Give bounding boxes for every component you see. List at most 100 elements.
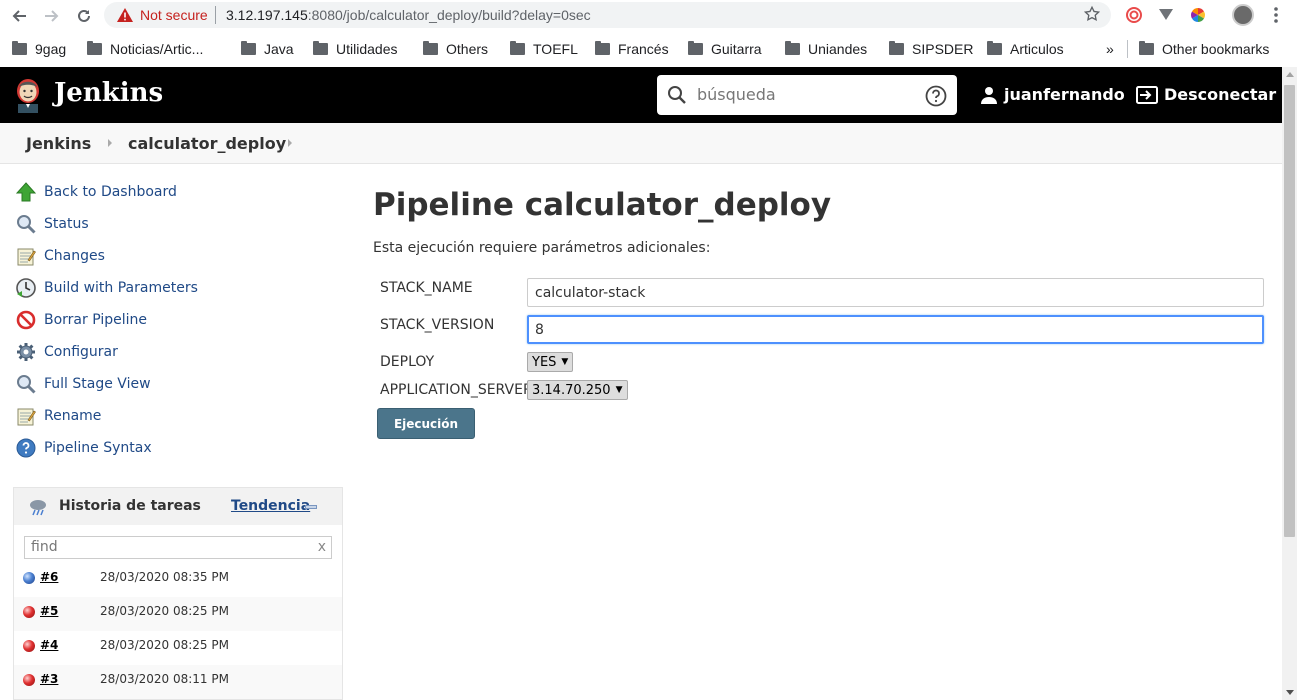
- bookmark-folder[interactable]: Java: [241, 38, 294, 60]
- url-text[interactable]: 3.12.197.145:8080/job/calculator_deploy/…: [226, 7, 591, 23]
- collapse-icon[interactable]: [305, 505, 317, 509]
- task-label: Back to Dashboard: [44, 184, 177, 200]
- status-ball-blue-icon[interactable]: [23, 572, 35, 584]
- extension-spiral-icon[interactable]: [1125, 6, 1143, 24]
- stack-version-input[interactable]: [527, 315, 1264, 344]
- task-full-stage-view[interactable]: Full Stage View: [15, 372, 151, 396]
- bookmark-folder[interactable]: Francés: [595, 38, 669, 60]
- gear-icon: [15, 341, 37, 363]
- clock-icon: [15, 277, 37, 299]
- app-title[interactable]: Jenkins: [54, 78, 163, 108]
- user-name: juanfernando: [1004, 85, 1125, 104]
- bookmark-folder[interactable]: SIPSDER: [889, 38, 973, 60]
- task-changes[interactable]: Changes: [15, 244, 105, 268]
- application-server-selected-value: 3.14.70.250: [532, 382, 611, 398]
- bookmark-star-icon[interactable]: [1083, 5, 1101, 27]
- breadcrumb-item-jenkins[interactable]: Jenkins: [26, 134, 91, 153]
- scroll-down-icon[interactable]: [1286, 690, 1294, 695]
- search-icon: [667, 85, 687, 109]
- task-pipeline-syntax[interactable]: Pipeline Syntax: [15, 436, 152, 460]
- build-submit-button[interactable]: Ejecución: [377, 408, 475, 439]
- trend-link[interactable]: Tendencia: [231, 498, 310, 514]
- param-label-stack-version: STACK_VERSION: [380, 317, 495, 333]
- back-button[interactable]: [7, 4, 31, 28]
- page-title: Pipeline calculator_deploy: [373, 187, 832, 223]
- back-arrow-icon: [12, 10, 26, 22]
- folder-icon: [12, 41, 27, 55]
- application-server-select[interactable]: 3.14.70.250 ▼: [527, 380, 628, 400]
- other-bookmarks[interactable]: Other bookmarks: [1139, 38, 1269, 60]
- build-number-link[interactable]: #6: [40, 570, 58, 584]
- status-ball-red-icon[interactable]: [23, 674, 35, 686]
- build-filter-input[interactable]: [31, 539, 311, 555]
- jenkins-header: Jenkins juanfernando Desconectar: [0, 67, 1282, 123]
- magnifier-icon: [15, 213, 37, 235]
- profile-avatar[interactable]: [1232, 4, 1254, 26]
- stack-name-input[interactable]: [527, 278, 1264, 307]
- page-scrollbar[interactable]: [1282, 67, 1297, 700]
- build-number-link[interactable]: #4: [40, 638, 58, 652]
- scrollbar-thumb[interactable]: [1284, 85, 1295, 537]
- user-link[interactable]: juanfernando: [980, 85, 1125, 104]
- bookmarks-bar: 9gag Noticias/Artic... Java Utilidades O…: [0, 35, 1297, 63]
- task-back-to-dashboard[interactable]: Back to Dashboard: [15, 180, 177, 204]
- task-build-with-parameters[interactable]: Build with Parameters: [15, 276, 198, 300]
- build-number-link[interactable]: #3: [40, 672, 58, 686]
- folder-icon: [423, 41, 438, 55]
- task-label: Changes: [44, 248, 105, 264]
- search-box: [657, 75, 957, 115]
- build-filter-box: x: [24, 536, 332, 559]
- logout-link[interactable]: Desconectar: [1136, 85, 1276, 104]
- forward-button[interactable]: [40, 4, 64, 28]
- build-date[interactable]: 28/03/2020 08:25 PM: [100, 604, 229, 618]
- build-date[interactable]: 28/03/2020 08:11 PM: [100, 672, 229, 686]
- task-configure[interactable]: Configurar: [15, 340, 118, 364]
- address-bar[interactable]: Not secure 3.12.197.145:8080/job/calcula…: [104, 2, 1111, 28]
- deploy-selected-value: YES: [532, 354, 557, 370]
- task-label: Status: [44, 216, 89, 232]
- bookmark-folder[interactable]: Articulos: [987, 38, 1064, 60]
- status-ball-red-icon[interactable]: [23, 606, 35, 618]
- folder-icon: [87, 41, 102, 55]
- bookmark-folder[interactable]: TOEFL: [510, 38, 578, 60]
- build-date[interactable]: 28/03/2020 08:25 PM: [100, 638, 229, 652]
- jenkins-logo-icon[interactable]: [13, 77, 43, 113]
- menu-dots-icon[interactable]: [1268, 6, 1286, 24]
- breadcrumb-chevron-icon[interactable]: [288, 139, 292, 147]
- bookmark-folder[interactable]: 9gag: [12, 38, 66, 60]
- folder-icon: [785, 41, 800, 55]
- folder-icon: [313, 41, 328, 55]
- bookmark-folder[interactable]: Utilidades: [313, 38, 397, 60]
- bookmark-folder[interactable]: Guitarra: [688, 38, 762, 60]
- bookmark-folder[interactable]: Noticias/Artic...: [87, 38, 203, 60]
- build-history-panel: Historia de tareas Tendencia x #6 28/03/…: [13, 487, 343, 700]
- clear-filter-button[interactable]: x: [318, 539, 326, 555]
- bookmark-folder[interactable]: Others: [423, 38, 488, 60]
- status-ball-red-icon[interactable]: [23, 640, 35, 652]
- bookmarks-overflow-button[interactable]: »: [1106, 38, 1114, 60]
- search-input[interactable]: [697, 85, 917, 104]
- reload-icon: [78, 9, 90, 22]
- task-label: Configurar: [44, 344, 118, 360]
- breadcrumb-chevron-icon[interactable]: [108, 139, 112, 147]
- task-label: Pipeline Syntax: [44, 440, 152, 456]
- help-icon[interactable]: [925, 85, 947, 111]
- help-icon: [15, 437, 37, 459]
- task-label: Build with Parameters: [44, 280, 198, 296]
- task-delete-pipeline[interactable]: Borrar Pipeline: [15, 308, 147, 332]
- scroll-up-icon[interactable]: [1286, 72, 1294, 77]
- build-row: #6 28/03/2020 08:35 PM: [14, 563, 342, 597]
- breadcrumb-item-job[interactable]: calculator_deploy: [128, 134, 286, 153]
- reload-button[interactable]: [72, 4, 96, 28]
- user-icon: [981, 86, 997, 104]
- task-status[interactable]: Status: [15, 212, 89, 236]
- build-date[interactable]: 28/03/2020 08:35 PM: [100, 570, 229, 584]
- security-status[interactable]: Not secure: [140, 7, 208, 23]
- build-row: #4 28/03/2020 08:25 PM: [14, 631, 342, 665]
- extension-funnel-icon[interactable]: [1157, 6, 1175, 24]
- task-rename[interactable]: Rename: [15, 404, 101, 428]
- deploy-select[interactable]: YES ▼: [527, 352, 574, 372]
- build-number-link[interactable]: #5: [40, 604, 58, 618]
- extension-color-wheel-icon[interactable]: [1189, 6, 1207, 24]
- bookmark-folder[interactable]: Uniandes: [785, 38, 867, 60]
